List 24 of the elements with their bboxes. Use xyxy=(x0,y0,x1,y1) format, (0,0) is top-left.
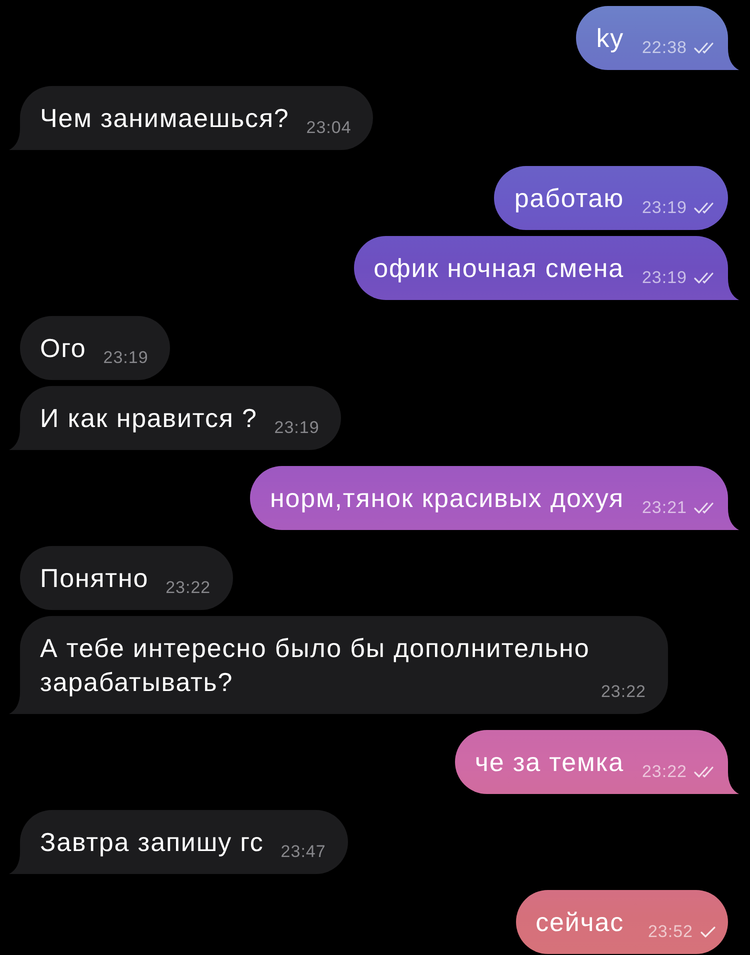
message-text: Завтра запишу гс xyxy=(40,827,264,857)
message-time: 23:22 xyxy=(166,578,211,598)
message-text: Ого xyxy=(40,333,86,363)
message-text: ky xyxy=(596,23,624,53)
message-text: норм,тянок красивых дохуя xyxy=(270,483,624,513)
message-text: И как нравится ? xyxy=(40,403,258,433)
message-text: А тебе интересно было бы дополнительно зарабатывать? xyxy=(40,633,591,697)
message-time: 22:38 xyxy=(642,38,687,58)
message-time: 23:04 xyxy=(306,118,352,138)
message-time: 23:19 xyxy=(103,348,148,368)
message-text: работаю xyxy=(514,183,624,213)
message-text: Понятно xyxy=(40,563,149,593)
message-time: 23:19 xyxy=(642,268,687,288)
message-time: 23:47 xyxy=(280,842,326,862)
message-time: 23:19 xyxy=(642,198,687,218)
message-text: офик ночная смена xyxy=(374,253,624,283)
message-text: сейчас xyxy=(536,907,624,937)
message-time: 23:19 xyxy=(274,418,320,438)
message-text: че за темка xyxy=(474,747,624,777)
message-text: Чем занимаешься? xyxy=(40,103,290,133)
message-time: 23:21 xyxy=(642,498,687,518)
message-time: 23:22 xyxy=(642,762,687,782)
message-time: 23:22 xyxy=(600,682,646,702)
message-time: 23:52 xyxy=(648,922,693,942)
